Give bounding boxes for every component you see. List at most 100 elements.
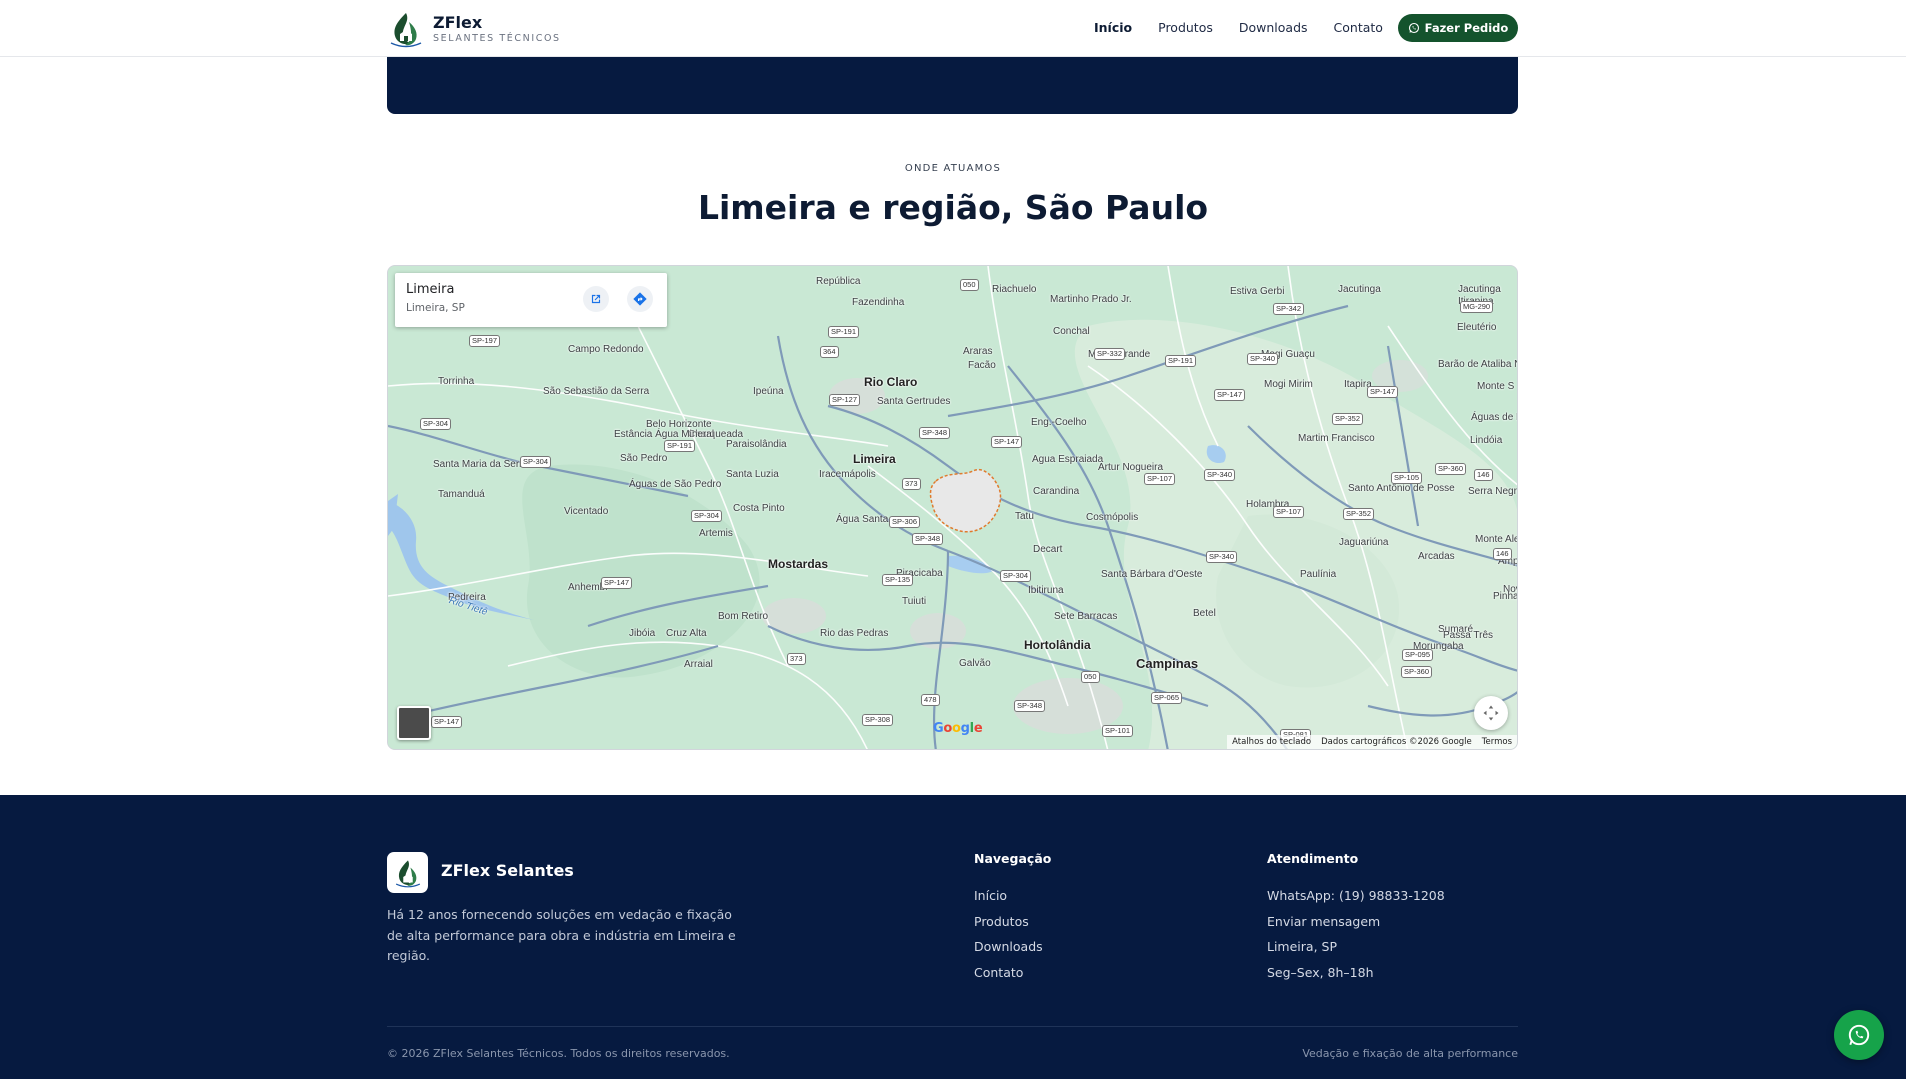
map-town-label: Monte Alegre do Sul: [1475, 534, 1517, 545]
map-town-label: Pinhalzinho: [1493, 591, 1518, 602]
map-highway-shield: 146: [1493, 548, 1512, 560]
footer-link-contato[interactable]: Contato: [974, 960, 1043, 986]
map-town-label: República: [816, 276, 861, 287]
map-highway-shield: SP-147: [1214, 389, 1246, 401]
map-town-label: Hortolândia: [1024, 638, 1091, 652]
footer-link-produtos[interactable]: Produtos: [974, 909, 1043, 935]
map-town-label: Conchal: [1053, 326, 1090, 337]
map-highway-shield: SP-304: [520, 456, 552, 468]
map-highway-shield: 478: [921, 694, 940, 706]
map-town-label: Torrinha: [438, 376, 475, 387]
fullscreen-button[interactable]: [1474, 696, 1508, 730]
map-highway-shield: 050: [1081, 671, 1100, 683]
map-town-label: Eleutério: [1457, 322, 1497, 333]
section-eyebrow: ONDE ATUAMOS: [904, 163, 1002, 174]
map-town-label: Cosmópolis: [1086, 512, 1139, 523]
directions-button[interactable]: [627, 286, 653, 312]
map-town-label: Facão: [968, 360, 996, 371]
map-town-label: Águas de São Pedro: [629, 479, 722, 490]
site-header: ZFlex SELANTES TÉCNICOS Início Produtos …: [0, 0, 1906, 57]
terms-link[interactable]: Termos: [1477, 737, 1517, 747]
google-map-embed[interactable]: República Riachuelo Martinho Prado Jr. Esti…: [387, 265, 1518, 750]
map-town-label: Tamanduá: [438, 489, 485, 500]
map-highway-shield: SP-340: [1204, 469, 1236, 481]
map-town-label: Rio das Pedras: [820, 628, 889, 639]
map-town-label: Jacutinga: [1458, 284, 1501, 295]
map-town-label: Arcadas: [1418, 551, 1455, 562]
map-town-label: Estância Água Mineral: [614, 429, 715, 440]
directions-icon: [633, 292, 647, 306]
nav-link-produtos[interactable]: Produtos: [1158, 14, 1213, 42]
whatsapp-float-button[interactable]: [1834, 1010, 1884, 1060]
nav-link-contato[interactable]: Contato: [1334, 14, 1383, 42]
map-town-label: Campo Redondo: [568, 344, 644, 355]
map-highway-shield: SP-304: [420, 418, 452, 430]
brand-subtitle: SELANTES TÉCNICOS: [433, 32, 561, 44]
footer-whatsapp-link[interactable]: WhatsApp: (19) 98833-1208: [1267, 883, 1445, 909]
map-highway-shield: SP-304: [691, 510, 723, 522]
map-town-label: Jaguariúna: [1339, 537, 1389, 548]
map-town-label: Santa Bárbara d'Oeste: [1101, 569, 1203, 580]
map-town-label: Santa Gertrudes: [877, 396, 951, 407]
map-town-label: Ibitiruna: [1028, 585, 1064, 596]
site-footer: ZFlex Selantes Há 12 anos fornecendo sol…: [0, 795, 1906, 1079]
map-town-label: Tatu: [1015, 511, 1034, 522]
map-highway-shield: SP-348: [919, 427, 951, 439]
map-town-label: Campinas: [1136, 656, 1199, 671]
map-town-label: Monte S: [1477, 381, 1515, 392]
footer-logo: [387, 852, 428, 893]
map-town-label: Agua Espraiada: [1032, 454, 1104, 465]
map-highway-shield: 050: [960, 279, 979, 291]
map-town-label: São Pedro: [620, 453, 668, 464]
map-highway-shield: SP-340: [1247, 353, 1279, 365]
map-highway-shield: SP-095: [1402, 649, 1434, 661]
map-highway-shield: SP-360: [1401, 666, 1433, 678]
map-highway-shield: SP-135: [882, 574, 914, 586]
section-heading: Limeira e região, São Paulo: [697, 188, 1209, 227]
map-town-label: Riachuelo: [992, 284, 1037, 295]
map-town-label: Estiva Gerbi: [1230, 286, 1285, 297]
fullscreen-icon: [1483, 705, 1499, 721]
map-town-label: Carandina: [1033, 486, 1080, 497]
map-type-toggle[interactable]: [397, 706, 431, 740]
google-logo: Google: [933, 721, 983, 736]
map-town-label: Serra Negra: [1468, 486, 1518, 497]
map-town-label: Fazendinha: [852, 297, 905, 308]
footer-message-link[interactable]: Enviar mensagem: [1267, 909, 1445, 935]
map-town-label: Betel: [1193, 608, 1216, 619]
footer-link-downloads[interactable]: Downloads: [974, 934, 1043, 960]
map-highway-shield: SP-348: [912, 533, 944, 545]
footer-support-title: Atendimento: [1267, 851, 1359, 866]
brand-link[interactable]: ZFlex SELANTES TÉCNICOS: [387, 10, 561, 48]
map-highway-shield: SP-147: [1367, 386, 1399, 398]
map-place-card: Limeira Limeira, SP: [395, 273, 667, 327]
map-town-label: Sete Barracas: [1054, 611, 1118, 622]
map-town-label: Arraial: [684, 659, 713, 670]
map-highway-shield: 364: [820, 346, 839, 358]
map-highway-shield: SP-342: [1273, 303, 1305, 315]
nav-link-downloads[interactable]: Downloads: [1239, 14, 1308, 42]
open-in-maps-button[interactable]: [583, 286, 609, 312]
map-town-label: Vicentado: [564, 506, 609, 517]
map-town-label: Ipeúna: [753, 386, 784, 397]
map-highway-shield: SP-304: [1000, 570, 1032, 582]
map-town-label: Limeira: [853, 452, 896, 466]
map-town-label: Iracemápolis: [819, 469, 876, 480]
map-town-label: Rio Claro: [864, 375, 918, 389]
map-town-label: Santa Maria da Serra: [433, 459, 529, 470]
footer-tagline: Vedação e fixação de alta performance: [1302, 1047, 1518, 1060]
zflex-logo-icon: [395, 859, 420, 887]
map-town-label: Santo Antônio de Posse: [1348, 483, 1455, 494]
footer-nav-title: Navegação: [974, 851, 1052, 866]
map-town-label: Jibóia: [629, 628, 656, 639]
map-data-credit: Dados cartográficos ©2026 Google: [1321, 737, 1472, 747]
nav-link-inicio[interactable]: Início: [1094, 14, 1132, 42]
map-town-label: Santa Luzia: [726, 469, 779, 480]
keyboard-shortcuts-link[interactable]: Atalhos do teclado: [1227, 737, 1316, 747]
footer-link-inicio[interactable]: Início: [974, 883, 1043, 909]
map-town-label: Mogi Mirim: [1264, 379, 1313, 390]
fazer-pedido-button[interactable]: Fazer Pedido: [1398, 14, 1518, 42]
map-town-label: Tuiuti: [902, 596, 927, 607]
map-highway-shield: SP-352: [1332, 413, 1364, 425]
map-attribution: Atalhos do teclado Dados cartográficos ©…: [1227, 735, 1517, 749]
